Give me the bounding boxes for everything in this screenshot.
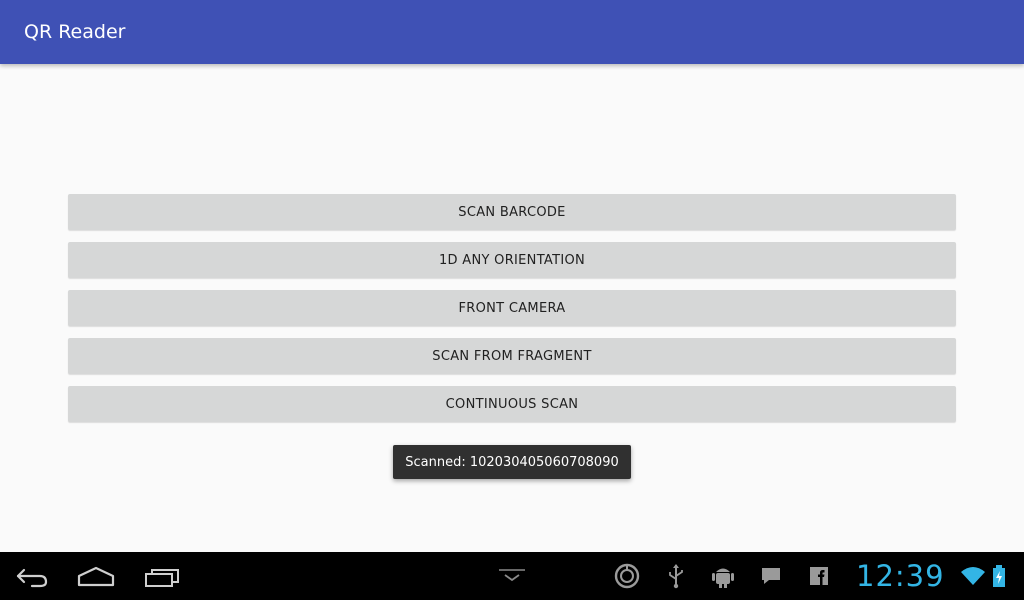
android-debug-icon [709,552,737,600]
message-icon [758,552,784,600]
back-icon[interactable] [12,552,52,600]
continuous-scan-button[interactable]: CONTINUOUS SCAN [68,386,956,422]
system-navigation-bar: 12:39 [0,552,1024,600]
recent-apps-icon[interactable] [140,552,184,600]
facebook-icon [806,552,832,600]
sync-icon [610,552,644,600]
main-content: SCAN BARCODE 1D ANY ORIENTATION FRONT CA… [0,64,1024,552]
scan-result-toast: Scanned: 102030405060708090 [393,445,631,479]
app-bar: QR Reader [0,0,1024,64]
home-icon[interactable] [74,552,118,600]
scan-barcode-button[interactable]: SCAN BARCODE [68,194,956,230]
app-title: QR Reader [24,21,126,43]
battery-icon [990,552,1008,600]
status-clock: 12:39 [856,559,945,593]
wifi-icon [960,552,986,600]
scan-from-fragment-button[interactable]: SCAN FROM FRAGMENT [68,338,956,374]
front-camera-button[interactable]: FRONT CAMERA [68,290,956,326]
1d-any-orientation-button[interactable]: 1D ANY ORIENTATION [68,242,956,278]
usb-icon [664,552,688,600]
app-screen: QR Reader SCAN BARCODE 1D ANY ORIENTATIO… [0,0,1024,600]
hide-keyboard-icon[interactable] [494,552,530,600]
